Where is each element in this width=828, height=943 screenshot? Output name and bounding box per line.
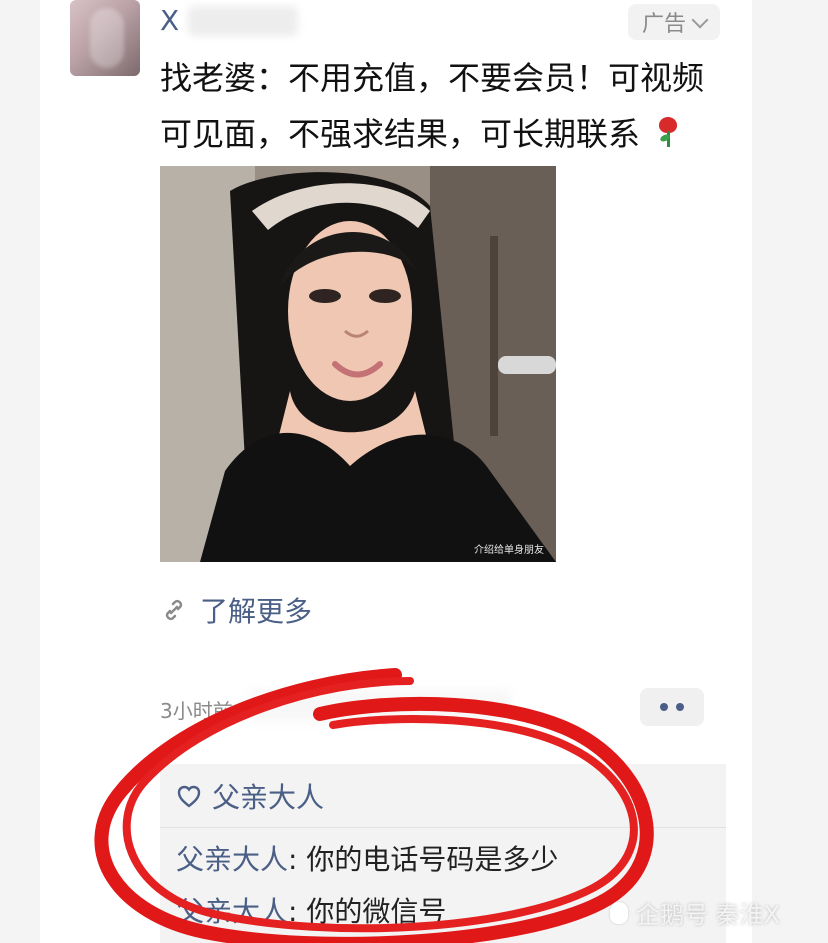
more-dot xyxy=(676,703,684,711)
more-dot xyxy=(660,703,668,711)
photo-caption: 介绍给单身朋友 xyxy=(474,545,544,556)
post-photo[interactable]: 介绍给单身朋友 xyxy=(160,166,556,562)
like-row: 父亲大人 xyxy=(176,776,324,816)
watermark-text: 企鹅号 秦淮X xyxy=(636,901,781,929)
like-name[interactable]: 父亲大人 xyxy=(212,776,324,816)
watermark: 企鹅号 秦淮X xyxy=(610,895,780,930)
comment-text: 你的电话号码是多少 xyxy=(306,843,559,876)
post-text: 找老婆：不用充值，不要会员！可视频 可见面，不强求结果，可长期联系 xyxy=(160,50,720,162)
photo-illustration xyxy=(160,166,556,562)
link-icon xyxy=(165,599,183,621)
ad-label-button[interactable]: 广告 xyxy=(628,4,721,40)
learn-more-link[interactable]: 了解更多 xyxy=(160,590,312,630)
learn-more-label: 了解更多 xyxy=(200,595,313,628)
chevron-down-icon xyxy=(691,11,709,28)
post-text-line-2: 可见面，不强求结果，可长期联系 xyxy=(160,115,641,153)
post-text-line-2-wrapper: 可见面，不强求结果，可长期联系 xyxy=(160,106,720,162)
ad-label: 广告 xyxy=(642,12,687,37)
comment-1[interactable]: 父亲大人: 你的电话号码是多少 xyxy=(176,838,558,878)
username-blur xyxy=(188,6,298,36)
comment-text: 你的微信号 xyxy=(306,895,447,928)
comment-divider xyxy=(160,827,726,828)
avatar[interactable] xyxy=(70,0,140,76)
penguin-icon xyxy=(610,901,628,924)
comment-author[interactable]: 父亲大人 xyxy=(176,843,288,876)
more-button[interactable] xyxy=(640,688,704,726)
comment-2[interactable]: 父亲大人: 你的微信号 xyxy=(176,890,446,930)
time-blur xyxy=(250,690,510,722)
comment-separator: : xyxy=(288,843,307,876)
username[interactable]: X xyxy=(160,4,180,37)
post-time: 3小时前 xyxy=(160,699,233,723)
rose-icon xyxy=(656,115,680,149)
comment-author[interactable]: 父亲大人 xyxy=(176,895,288,928)
comment-separator: : xyxy=(288,895,307,928)
heart-icon xyxy=(177,785,201,808)
post-text-line-1: 找老婆：不用充值，不要会员！可视频 xyxy=(160,59,705,97)
